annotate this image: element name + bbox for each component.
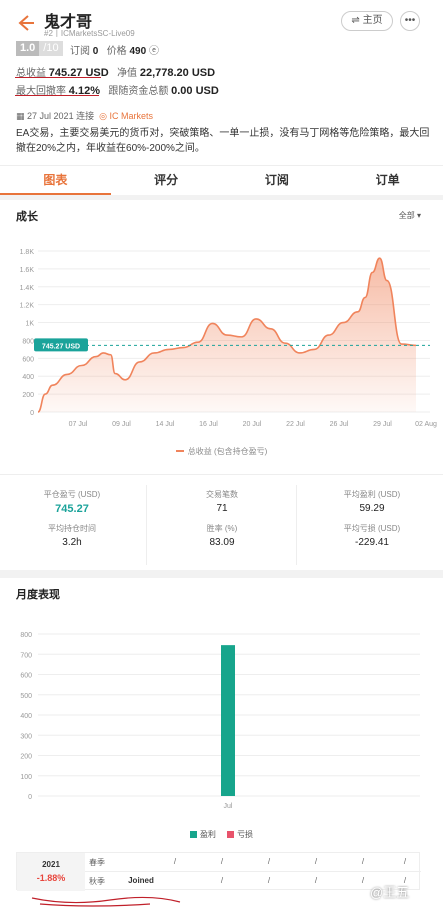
y-tick-label: 700 xyxy=(20,652,32,659)
stat-avg-loss: 平均亏损 (USD) -229.41 xyxy=(343,524,401,548)
strategy-description: EA交易，主要交易美元的货币对，突破策略、一单一止损，没有马丁网格等危险策略，最… xyxy=(16,128,430,154)
annotation-scribble xyxy=(31,896,181,907)
connected-date: 27 Jul 2021 连接 xyxy=(27,111,95,121)
range-filter[interactable]: 全部 ▾ xyxy=(399,210,421,221)
y-tick-label: 800 xyxy=(20,632,32,639)
y-tick-label: 100 xyxy=(20,774,32,781)
y-tick-label: 0 xyxy=(28,794,32,801)
x-tick-label: 02 Aug xyxy=(415,421,437,428)
monthly-legend: 盈利 亏损 xyxy=(0,829,443,840)
annotation-underline xyxy=(15,95,99,96)
stats-grid: 平仓盈亏 (USD) 745.27 交易笔数 71 平均盈利 (USD) 59.29 … xyxy=(0,474,443,565)
year-cell: 2021 -1.88% xyxy=(17,853,85,891)
table-row: 春季 / / / / / / xyxy=(85,853,421,872)
net-label: 净值 xyxy=(117,68,138,79)
y-tick-label: 0 xyxy=(30,410,34,417)
arrow-left-icon[interactable] xyxy=(14,12,36,34)
tab-bar: 图表 评分 订阅 订单 xyxy=(0,165,443,195)
watermark: @王五 xyxy=(370,885,410,900)
yearly-table: 2021 -1.88% 春季 / / / / / / 秋季 Joined / /… xyxy=(16,852,421,891)
x-tick-label: 22 Jul xyxy=(286,421,305,428)
y-tick-label: 1.8K xyxy=(20,249,35,256)
stat-avg-profit: 平均盈利 (USD) 59.29 xyxy=(343,490,401,514)
loss-swatch xyxy=(227,831,235,838)
y-tick-label: 600 xyxy=(20,673,32,680)
reference-label: 745.27 USD xyxy=(42,343,80,350)
x-tick-label: 20 Jul xyxy=(243,421,262,428)
home-button[interactable]: ⇌ 主页 xyxy=(341,11,393,31)
growth-title: 成长 xyxy=(16,211,38,223)
monthly-title: 月度表现 xyxy=(16,589,60,601)
broker-link[interactable]: ◎ IC Markets xyxy=(99,111,153,121)
tab-orders[interactable]: 订单 xyxy=(332,166,443,195)
x-tick-label: 14 Jul xyxy=(156,421,175,428)
more-button[interactable]: ••• xyxy=(400,11,420,31)
growth-legend: 总收益 (包含持仓盈亏) xyxy=(0,446,443,457)
stat-trade-count: 交易笔数 71 xyxy=(206,490,238,514)
y-tick-label: 1K xyxy=(25,321,34,328)
monthly-chart: 0 100 200 300 400 500 600 700 800 Jul xyxy=(20,632,420,810)
net-value: 22,778.20 USD xyxy=(139,67,216,79)
stat-win-rate: 胜率 (%) 83.09 xyxy=(206,524,238,548)
follow-value: 0.00 USD xyxy=(171,85,219,97)
bar-profit-jul xyxy=(221,645,235,796)
y-tick-label: 400 xyxy=(20,713,32,720)
monthly-card: 月度表现 0 100 200 300 400 500 600 700 800 Jul 盈利 亏损 … xyxy=(0,578,443,924)
x-tick-label: 26 Jul xyxy=(330,421,349,428)
account-subtitle: #2丨ICMarketsSC-Live09 xyxy=(44,29,135,38)
rating-value: 1.0 xyxy=(16,41,40,56)
y-tick-label: 1.4K xyxy=(20,285,35,292)
stat-closed-pnl: 平仓盈亏 (USD) 745.27 xyxy=(43,490,101,515)
price-label: 价格 xyxy=(106,46,127,57)
subscribe-label: 订阅 xyxy=(70,46,90,57)
y-tick-label: 400 xyxy=(22,374,34,381)
profit-swatch xyxy=(189,831,197,838)
x-tick-label: 07 Jul xyxy=(69,421,88,428)
x-tick-label: 29 Jul xyxy=(373,421,392,428)
follow-label: 跟随资金总额 xyxy=(108,86,169,97)
x-tick-label: 16 Jul xyxy=(199,421,218,428)
annotation-underline xyxy=(15,77,101,78)
coin-icon: ⓔ xyxy=(148,46,159,57)
tab-chart[interactable]: 图表 xyxy=(0,166,111,195)
y-tick-label: 800 xyxy=(22,338,34,345)
subscribe-price-row: 订阅 0 价格 490 ⓔ xyxy=(70,42,159,57)
growth-card: 成长 全部 ▾ 0 200 400 600 800 1K 1.2K 1.4K 1.6K 1.8K 0… xyxy=(0,200,443,570)
tab-rating[interactable]: 评分 xyxy=(111,166,222,195)
price-value: 490 xyxy=(129,46,147,57)
tab-subscribe[interactable]: 订阅 xyxy=(222,166,333,195)
y-tick-label: 500 xyxy=(20,693,32,700)
calendar-icon: ▦ xyxy=(16,111,25,121)
rating-badge: 1.0 /10 xyxy=(16,41,63,56)
y-tick-label: 600 xyxy=(22,356,34,363)
subscribe-value: 0 xyxy=(92,46,99,57)
stat-avg-hold-time: 平均持仓时间 3.2h xyxy=(48,524,96,548)
y-tick-label: 200 xyxy=(22,392,34,399)
rating-max: /10 xyxy=(39,41,63,56)
x-tick-label: Jul xyxy=(224,803,233,810)
y-tick-label: 1.6K xyxy=(20,267,35,274)
y-tick-label: 300 xyxy=(20,733,32,740)
connected-date-row: ▦ 27 Jul 2021 连接 ◎ IC Markets xyxy=(16,109,153,122)
y-tick-label: 1.2K xyxy=(20,303,35,310)
y-tick-label: 200 xyxy=(20,754,32,761)
strategy-header: 鬼才哥 #2丨ICMarketsSC-Live09 ⇌ 主页 ••• 1.0 /… xyxy=(0,0,443,175)
x-tick-label: 09 Jul xyxy=(112,421,131,428)
growth-chart: 0 200 400 600 800 1K 1.2K 1.4K 1.6K 1.8K 07 Jul 09 … xyxy=(20,249,437,428)
